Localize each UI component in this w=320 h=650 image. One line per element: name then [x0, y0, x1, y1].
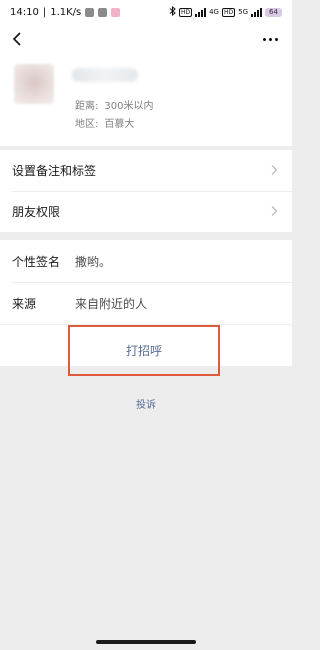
app-badge-icon: [111, 7, 121, 17]
details-group: 个性签名 撒哟。 来源 来自附近的人: [0, 240, 292, 324]
signature-value: 撒哟。: [75, 254, 112, 269]
more-button[interactable]: [258, 28, 282, 50]
signature-row: 个性签名 撒哟。: [0, 240, 292, 282]
friend-permissions-item[interactable]: 朋友权限: [0, 191, 292, 232]
more-dots-icon: [262, 37, 266, 41]
source-value: 来自附近的人: [75, 296, 148, 311]
profile-card: 距离: 300米以内 地区: 百慕大: [0, 54, 292, 146]
greet-button[interactable]: 打招呼: [68, 325, 220, 376]
settings-group: 设置备注和标签 朋友权限: [0, 150, 292, 232]
chevron-right-icon: [271, 206, 278, 216]
remark-tags-label: 设置备注和标签: [12, 164, 97, 178]
chevron-left-icon: [12, 32, 21, 46]
distance-line: 距离: 300米以内: [75, 97, 153, 112]
battery-icon: 64: [265, 7, 282, 17]
source-label: 来源: [12, 296, 37, 311]
network-type-5g: 5G: [238, 8, 248, 16]
report-label: 投诉: [136, 400, 156, 411]
nav-header: [0, 24, 292, 54]
home-indicator[interactable]: [96, 640, 196, 644]
region-label: 地区:: [75, 119, 99, 130]
nickname-blurred: [72, 68, 138, 82]
hd-tag-icon-2: HD: [221, 7, 236, 17]
source-row: 来源 来自附近的人: [0, 282, 292, 324]
report-link[interactable]: 投诉: [0, 396, 292, 411]
status-time: 14:10: [10, 6, 39, 18]
distance-value: 300米以内: [104, 101, 154, 112]
bluetooth-icon: [169, 5, 176, 19]
chevron-right-icon: [271, 165, 278, 175]
back-button[interactable]: [6, 28, 28, 50]
signal-icon: [195, 7, 207, 17]
signature-label: 个性签名: [12, 254, 61, 269]
app-notification-icon: [98, 7, 108, 17]
notification-icon: [85, 7, 95, 17]
region-value: 百慕大: [104, 119, 135, 130]
status-left: 14:10 | 1.1K/s: [10, 6, 121, 18]
action-area: 打招呼: [0, 325, 292, 376]
status-separator: |: [42, 6, 47, 18]
status-network-speed: 1.1K/s: [50, 6, 82, 18]
remark-tags-item[interactable]: 设置备注和标签: [0, 150, 292, 191]
region-line: 地区: 百慕大: [75, 115, 134, 130]
distance-label: 距离:: [75, 101, 99, 112]
network-type-4g: 4G: [209, 8, 219, 16]
signal-icon-2: [251, 7, 262, 17]
friend-permissions-label: 朋友权限: [12, 205, 61, 219]
hd-tag-icon: HD: [178, 7, 193, 17]
avatar[interactable]: [14, 64, 54, 104]
status-right: HD 4G HD 5G 64: [169, 5, 282, 19]
status-bar: 14:10 | 1.1K/s HD 4G HD 5G 64: [0, 0, 292, 24]
